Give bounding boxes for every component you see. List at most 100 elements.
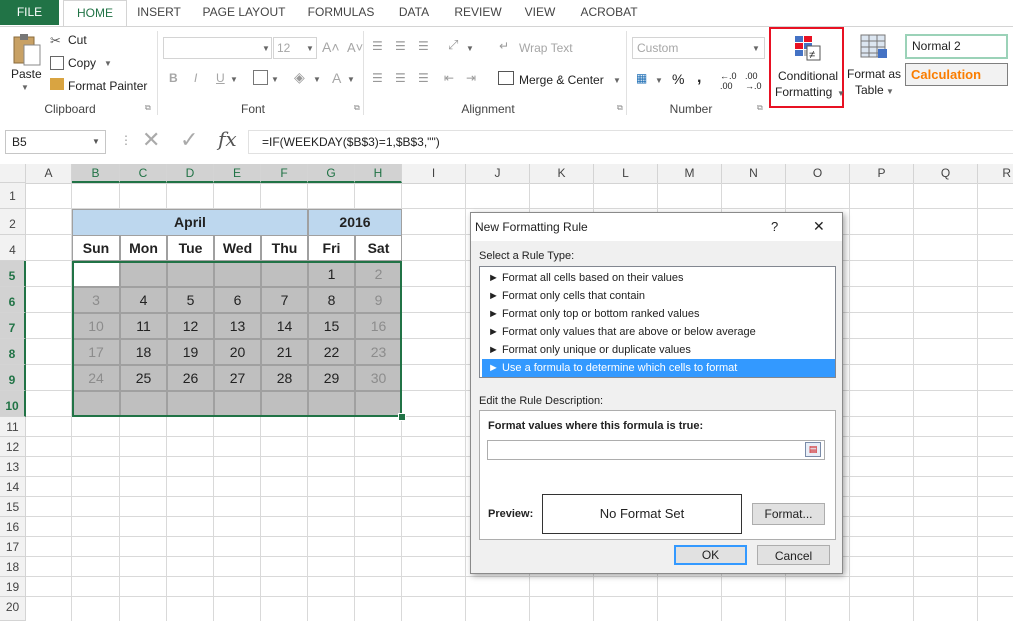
weekday-header[interactable]: Sat	[355, 235, 402, 261]
calendar-day-cell[interactable]: 10	[72, 313, 120, 339]
list-item[interactable]: ► Format only unique or duplicate values	[482, 341, 835, 359]
calendar-day-cell[interactable]: 30	[355, 365, 402, 391]
calendar-day-cell[interactable]	[261, 391, 308, 417]
align-bottom-icon[interactable]: ☰	[418, 39, 429, 53]
format-as-table-button[interactable]: Format as Table ▼	[846, 29, 902, 105]
tab-page-layout[interactable]: PAGE LAYOUT	[198, 0, 290, 25]
row-header[interactable]: 4	[0, 235, 26, 261]
merge-center-button[interactable]: Merge & Center	[519, 73, 604, 87]
calendar-day-cell[interactable]: 19	[167, 339, 214, 365]
column-header[interactable]: E	[214, 164, 261, 183]
column-header[interactable]: R	[978, 164, 1013, 183]
italic-button[interactable]: I	[194, 71, 197, 85]
calendar-day-cell[interactable]: 14	[261, 313, 308, 339]
name-box[interactable]: B5 ▼	[5, 130, 106, 154]
shrink-font-icon[interactable]: A˅	[347, 40, 363, 55]
calendar-day-cell[interactable]	[120, 391, 167, 417]
weekday-header[interactable]: Thu	[261, 235, 308, 261]
formula-input[interactable]: =IF(WEEKDAY($B$3)=1,$B$3,"")	[248, 130, 1013, 154]
increase-indent-icon[interactable]: ⇥	[466, 71, 476, 85]
calendar-day-cell[interactable]: 11	[120, 313, 167, 339]
calendar-day-cell[interactable]	[214, 391, 261, 417]
column-header[interactable]: J	[466, 164, 530, 183]
tab-insert[interactable]: INSERT	[130, 0, 188, 25]
calendar-day-cell[interactable]: 28	[261, 365, 308, 391]
tab-file[interactable]: FILE	[0, 0, 59, 25]
tab-view[interactable]: VIEW	[518, 0, 562, 25]
column-header[interactable]: F	[261, 164, 308, 183]
calendar-day-cell[interactable]: 24	[72, 365, 120, 391]
list-item[interactable]: ► Format all cells based on their values	[482, 269, 835, 287]
wrap-text-button[interactable]: Wrap Text	[519, 41, 573, 55]
calendar-day-cell[interactable]: 16	[355, 313, 402, 339]
alignment-launcher-icon[interactable]: ⧉	[617, 103, 623, 113]
formula-field[interactable]	[487, 440, 825, 460]
calendar-day-cell[interactable]: 22	[308, 339, 355, 365]
calendar-day-cell[interactable]: 12	[167, 313, 214, 339]
column-header[interactable]: K	[530, 164, 594, 183]
fill-handle[interactable]	[398, 413, 406, 421]
row-header[interactable]: 10	[0, 391, 26, 417]
row-header[interactable]: 14	[0, 477, 26, 497]
font-color-icon[interactable]: A	[332, 70, 341, 86]
conditional-formatting-button[interactable]: ≠ Conditional Formatting ▼	[769, 27, 845, 108]
calendar-day-cell[interactable]: 18	[120, 339, 167, 365]
format-painter-icon[interactable]	[50, 78, 64, 90]
calendar-day-cell[interactable]: 25	[120, 365, 167, 391]
select-all-corner[interactable]	[0, 164, 26, 183]
calendar-day-cell[interactable]: 23	[355, 339, 402, 365]
bold-button[interactable]: B	[169, 71, 178, 85]
calendar-month[interactable]: April	[72, 209, 308, 236]
calendar-day-cell[interactable]: 20	[214, 339, 261, 365]
confirm-entry-icon[interactable]: ✓	[180, 127, 198, 153]
close-icon[interactable]: ✕	[813, 218, 825, 235]
row-header[interactable]: 5	[0, 261, 26, 287]
calendar-day-cell[interactable]	[308, 391, 355, 417]
paste-icon[interactable]	[10, 33, 42, 69]
rule-type-list[interactable]: ► Format all cells based on their values…	[479, 266, 836, 378]
underline-button[interactable]: U	[216, 71, 225, 85]
paste-button[interactable]: Paste	[11, 67, 42, 81]
align-middle-icon[interactable]: ☰	[395, 39, 406, 53]
row-header[interactable]: 7	[0, 313, 26, 339]
decrease-indent-icon[interactable]: ⇤	[444, 71, 454, 85]
calendar-day-cell[interactable]: 7	[261, 287, 308, 313]
cut-button[interactable]: Cut	[68, 33, 87, 47]
calendar-day-cell[interactable]: 2	[355, 261, 402, 287]
cancel-button[interactable]: Cancel	[757, 545, 830, 565]
calendar-day-cell[interactable]: 26	[167, 365, 214, 391]
column-header[interactable]: C	[120, 164, 167, 183]
row-header[interactable]: 16	[0, 517, 26, 537]
calendar-day-cell[interactable]: 6	[214, 287, 261, 313]
column-header[interactable]: P	[850, 164, 914, 183]
row-header[interactable]: 1	[0, 183, 26, 209]
row-header[interactable]: 13	[0, 457, 26, 477]
list-item-selected[interactable]: ► Use a formula to determine which cells…	[482, 359, 835, 377]
column-header[interactable]: N	[722, 164, 786, 183]
column-header[interactable]: A	[26, 164, 72, 183]
collapse-dialog-icon[interactable]: ▤	[805, 442, 821, 457]
calendar-day-cell[interactable]: 1	[308, 261, 355, 287]
row-header[interactable]: 2	[0, 209, 26, 235]
wrap-text-icon[interactable]: ↵	[499, 39, 509, 53]
tab-formulas[interactable]: FORMULAS	[302, 0, 380, 25]
tab-data[interactable]: DATA	[390, 0, 438, 25]
calendar-day-cell[interactable]: 27	[214, 365, 261, 391]
format-painter-button[interactable]: Format Painter	[68, 79, 147, 93]
list-item[interactable]: ► Format only top or bottom ranked value…	[482, 305, 835, 323]
column-header[interactable]: L	[594, 164, 658, 183]
calendar-day-cell[interactable]: 13	[214, 313, 261, 339]
column-header[interactable]: Q	[914, 164, 978, 183]
align-left-icon[interactable]: ☰	[372, 71, 383, 85]
weekday-header[interactable]: Sun	[72, 235, 120, 261]
orientation-icon[interactable]: ⤢	[448, 37, 458, 53]
style-normal-2[interactable]: Normal 2	[905, 34, 1008, 59]
insert-function-icon[interactable]: fx	[218, 127, 237, 151]
calendar-day-cell[interactable]: 8	[308, 287, 355, 313]
percent-button[interactable]: %	[672, 71, 684, 87]
row-header[interactable]: 6	[0, 287, 26, 313]
column-header[interactable]: H	[355, 164, 402, 183]
row-header[interactable]: 20	[0, 597, 26, 621]
align-center-icon[interactable]: ☰	[395, 71, 406, 85]
cut-icon[interactable]: ✂	[50, 33, 64, 48]
